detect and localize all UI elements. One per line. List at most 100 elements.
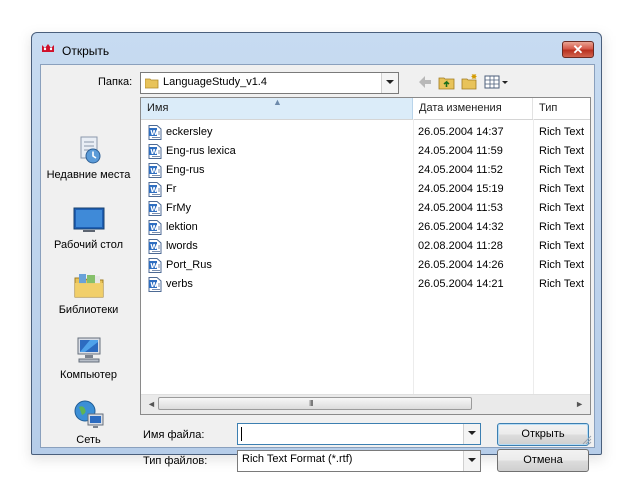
file-type: Rich Text — [539, 145, 585, 157]
view-menu-icon[interactable] — [484, 72, 510, 92]
file-row[interactable]: W Eng-rus lexica 24.05.2004 11:59 Rich Text — [141, 142, 590, 161]
rtf-file-icon: W — [148, 163, 162, 178]
file-list[interactable]: ▲ Имя Дата изменения Тип Weckersley 26.05… — [140, 97, 591, 415]
place-recent[interactable]: Недавние места — [42, 134, 135, 182]
desktop-icon — [73, 207, 104, 232]
file-type: Rich Text — [539, 183, 585, 195]
file-row[interactable]: Weckersley 26.05.2004 14:37 Rich Text — [141, 123, 590, 142]
folder-combobox[interactable]: LanguageStudy_v1.4 — [140, 72, 399, 94]
file-name: lektion — [166, 221, 198, 233]
file-type: Rich Text — [539, 221, 585, 233]
filetype-label: Тип файлов: — [143, 455, 208, 467]
column-header-name[interactable]: ▲ Имя — [141, 98, 413, 119]
rtf-file-icon: W — [148, 258, 162, 273]
file-date: 26.05.2004 14:21 — [418, 278, 504, 290]
filename-input[interactable] — [241, 427, 242, 441]
scroll-right-icon[interactable]: ► — [575, 399, 584, 409]
open-dialog: Открыть ✕ Папка: LanguageStudy_v1.4 Неда… — [31, 32, 602, 472]
file-row[interactable]: W Eng-rus 24.05.2004 11:52 Rich Text — [141, 161, 590, 180]
filename-combobox[interactable] — [237, 423, 481, 445]
file-row[interactable]: Wverbs 26.05.2004 14:21 Rich Text — [141, 275, 590, 294]
rtf-file-icon: W — [148, 277, 162, 292]
svg-text:W: W — [150, 186, 158, 194]
app-icon — [42, 44, 54, 52]
file-name: FrMy — [166, 202, 192, 214]
filetype-dropdown-arrow[interactable] — [463, 451, 480, 471]
place-network[interactable]: Сеть — [42, 399, 135, 447]
folder-dropdown-arrow[interactable] — [381, 73, 398, 93]
column-header-date[interactable]: Дата изменения — [413, 98, 533, 119]
up-folder-icon[interactable] — [438, 72, 456, 92]
file-date: 26.05.2004 14:32 — [418, 221, 504, 233]
places-bar: Недавние места Рабочий стол Библиотеки К… — [42, 97, 135, 446]
file-name: Eng-rus — [166, 164, 205, 176]
dialog-body: Папка: LanguageStudy_v1.4 Недавние места… — [40, 64, 595, 472]
svg-text:W: W — [150, 243, 158, 251]
place-libraries[interactable]: Библиотеки — [42, 269, 135, 317]
place-computer[interactable]: Компьютер — [42, 334, 135, 382]
rtf-file-icon: W — [148, 125, 162, 140]
cancel-button[interactable]: Отмена — [497, 449, 589, 472]
back-icon[interactable] — [417, 72, 433, 92]
svg-text:W: W — [150, 205, 158, 213]
place-label: Сеть — [76, 434, 101, 446]
filetype-combobox[interactable]: Rich Text Format (*.rtf) — [237, 450, 481, 472]
folder-label: Папка: — [98, 76, 133, 88]
filename-dropdown-arrow[interactable] — [463, 424, 480, 444]
file-type: Rich Text — [539, 259, 585, 271]
file-name: verbs — [166, 278, 193, 290]
file-row[interactable]: W Fr 24.05.2004 15:19 Rich Text — [141, 180, 590, 199]
file-date: 24.05.2004 11:53 — [418, 202, 503, 214]
folder-value: LanguageStudy_v1.4 — [163, 76, 267, 88]
file-name: eckersley — [166, 126, 213, 138]
place-label: Библиотеки — [58, 304, 119, 316]
svg-text:W: W — [150, 167, 158, 175]
file-row[interactable]: Wlwords 02.08.2004 11:28 Rich Text — [141, 237, 590, 256]
filetype-value: Rich Text Format (*.rtf) — [242, 453, 353, 465]
folder-icon — [145, 78, 159, 89]
file-name: lwords — [166, 240, 198, 252]
column-type-label: Тип — [539, 102, 558, 114]
scroll-thumb[interactable]: III — [158, 397, 472, 410]
file-type: Rich Text — [539, 202, 585, 214]
file-row[interactable]: Wlektion 26.05.2004 14:32 Rich Text — [141, 218, 590, 237]
rtf-file-icon: W — [148, 239, 162, 254]
column-name-label: Имя — [147, 102, 169, 114]
file-name: Eng-rus lexica — [166, 145, 236, 157]
sort-ascending-icon: ▲ — [273, 97, 282, 107]
close-icon: ✕ — [572, 42, 584, 57]
file-date: 24.05.2004 11:59 — [418, 145, 503, 157]
file-date: 24.05.2004 11:52 — [418, 164, 503, 176]
file-row[interactable]: W Port_Rus 26.05.2004 14:26 Rich Text — [141, 256, 590, 275]
recent-places-icon — [80, 136, 100, 164]
rtf-file-icon: W — [148, 144, 162, 159]
file-name: Port_Rus — [166, 259, 212, 271]
column-header-type[interactable]: Тип — [533, 98, 590, 119]
title-bar[interactable]: Открыть ✕ — [32, 33, 601, 63]
place-desktop[interactable]: Рабочий стол — [42, 204, 135, 252]
rtf-file-icon: W — [148, 220, 162, 235]
computer-icon — [77, 337, 100, 363]
scroll-left-icon[interactable]: ◄ — [147, 399, 156, 409]
network-icon — [74, 400, 103, 428]
filename-label: Имя файла: — [143, 429, 205, 441]
file-date: 26.05.2004 14:37 — [418, 126, 504, 138]
scroll-grip-icon: III — [309, 399, 314, 408]
file-type: Rich Text — [539, 126, 585, 138]
resize-grip-icon[interactable] — [582, 435, 592, 445]
file-row[interactable]: W FrMy 24.05.2004 11:53 Rich Text — [141, 199, 590, 218]
new-folder-icon[interactable] — [461, 72, 479, 92]
column-date-label: Дата изменения — [419, 102, 502, 114]
place-label: Рабочий стол — [53, 239, 124, 251]
svg-text:W: W — [150, 224, 158, 232]
file-name: Fr — [166, 183, 177, 195]
place-label: Компьютер — [60, 369, 117, 381]
list-header: ▲ Имя Дата изменения Тип — [141, 98, 590, 120]
close-button[interactable]: ✕ — [562, 41, 594, 58]
file-date: 24.05.2004 15:19 — [418, 183, 504, 195]
place-label: Недавние места — [46, 169, 131, 181]
horizontal-scrollbar[interactable]: ◄ III ► — [141, 394, 590, 414]
libraries-icon — [74, 274, 103, 298]
svg-text:W: W — [150, 281, 158, 289]
open-button[interactable]: Открыть — [497, 423, 589, 446]
